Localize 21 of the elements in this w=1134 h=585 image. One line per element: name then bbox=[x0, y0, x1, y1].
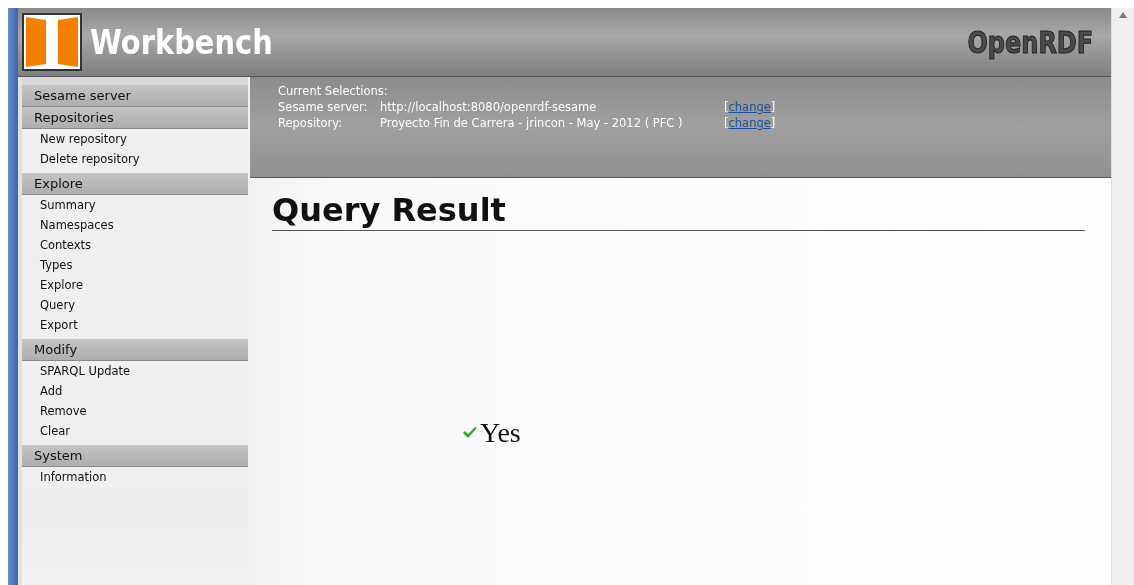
brand-logo-text: OpenRDF bbox=[967, 24, 1093, 60]
page-title: Query Result bbox=[272, 190, 1085, 231]
sidebar-section-title[interactable]: Repositories bbox=[22, 107, 248, 129]
scrollbar[interactable] bbox=[1111, 8, 1134, 585]
sidebar-section-title[interactable]: Explore bbox=[22, 173, 248, 195]
sidebar-section-title[interactable]: Sesame server bbox=[22, 85, 248, 107]
app-title: Workbench bbox=[90, 22, 273, 62]
selection-value: Proyecto Fin de Carrera - jrincon - May - 2012 ( PFC ) bbox=[380, 115, 684, 131]
selections-heading: Current Selections: bbox=[278, 83, 389, 99]
selection-label: Repository: bbox=[278, 115, 344, 131]
result-answer: Yes bbox=[480, 417, 521, 449]
bracket-text: [ bbox=[724, 115, 729, 131]
scroll-up-icon[interactable] bbox=[1119, 12, 1127, 18]
bracket-text: ] bbox=[770, 115, 776, 131]
bracket-text: ] bbox=[770, 99, 776, 115]
bracket-text: [ bbox=[724, 99, 729, 115]
selection-label: Sesame server: bbox=[278, 99, 369, 115]
sidebar-section-title[interactable]: Modify bbox=[22, 339, 248, 361]
selection-value: http://localhost:8080/openrdf-sesame bbox=[380, 99, 598, 115]
sidebar-section-title[interactable]: System bbox=[22, 445, 248, 467]
logo-icon bbox=[22, 13, 82, 71]
